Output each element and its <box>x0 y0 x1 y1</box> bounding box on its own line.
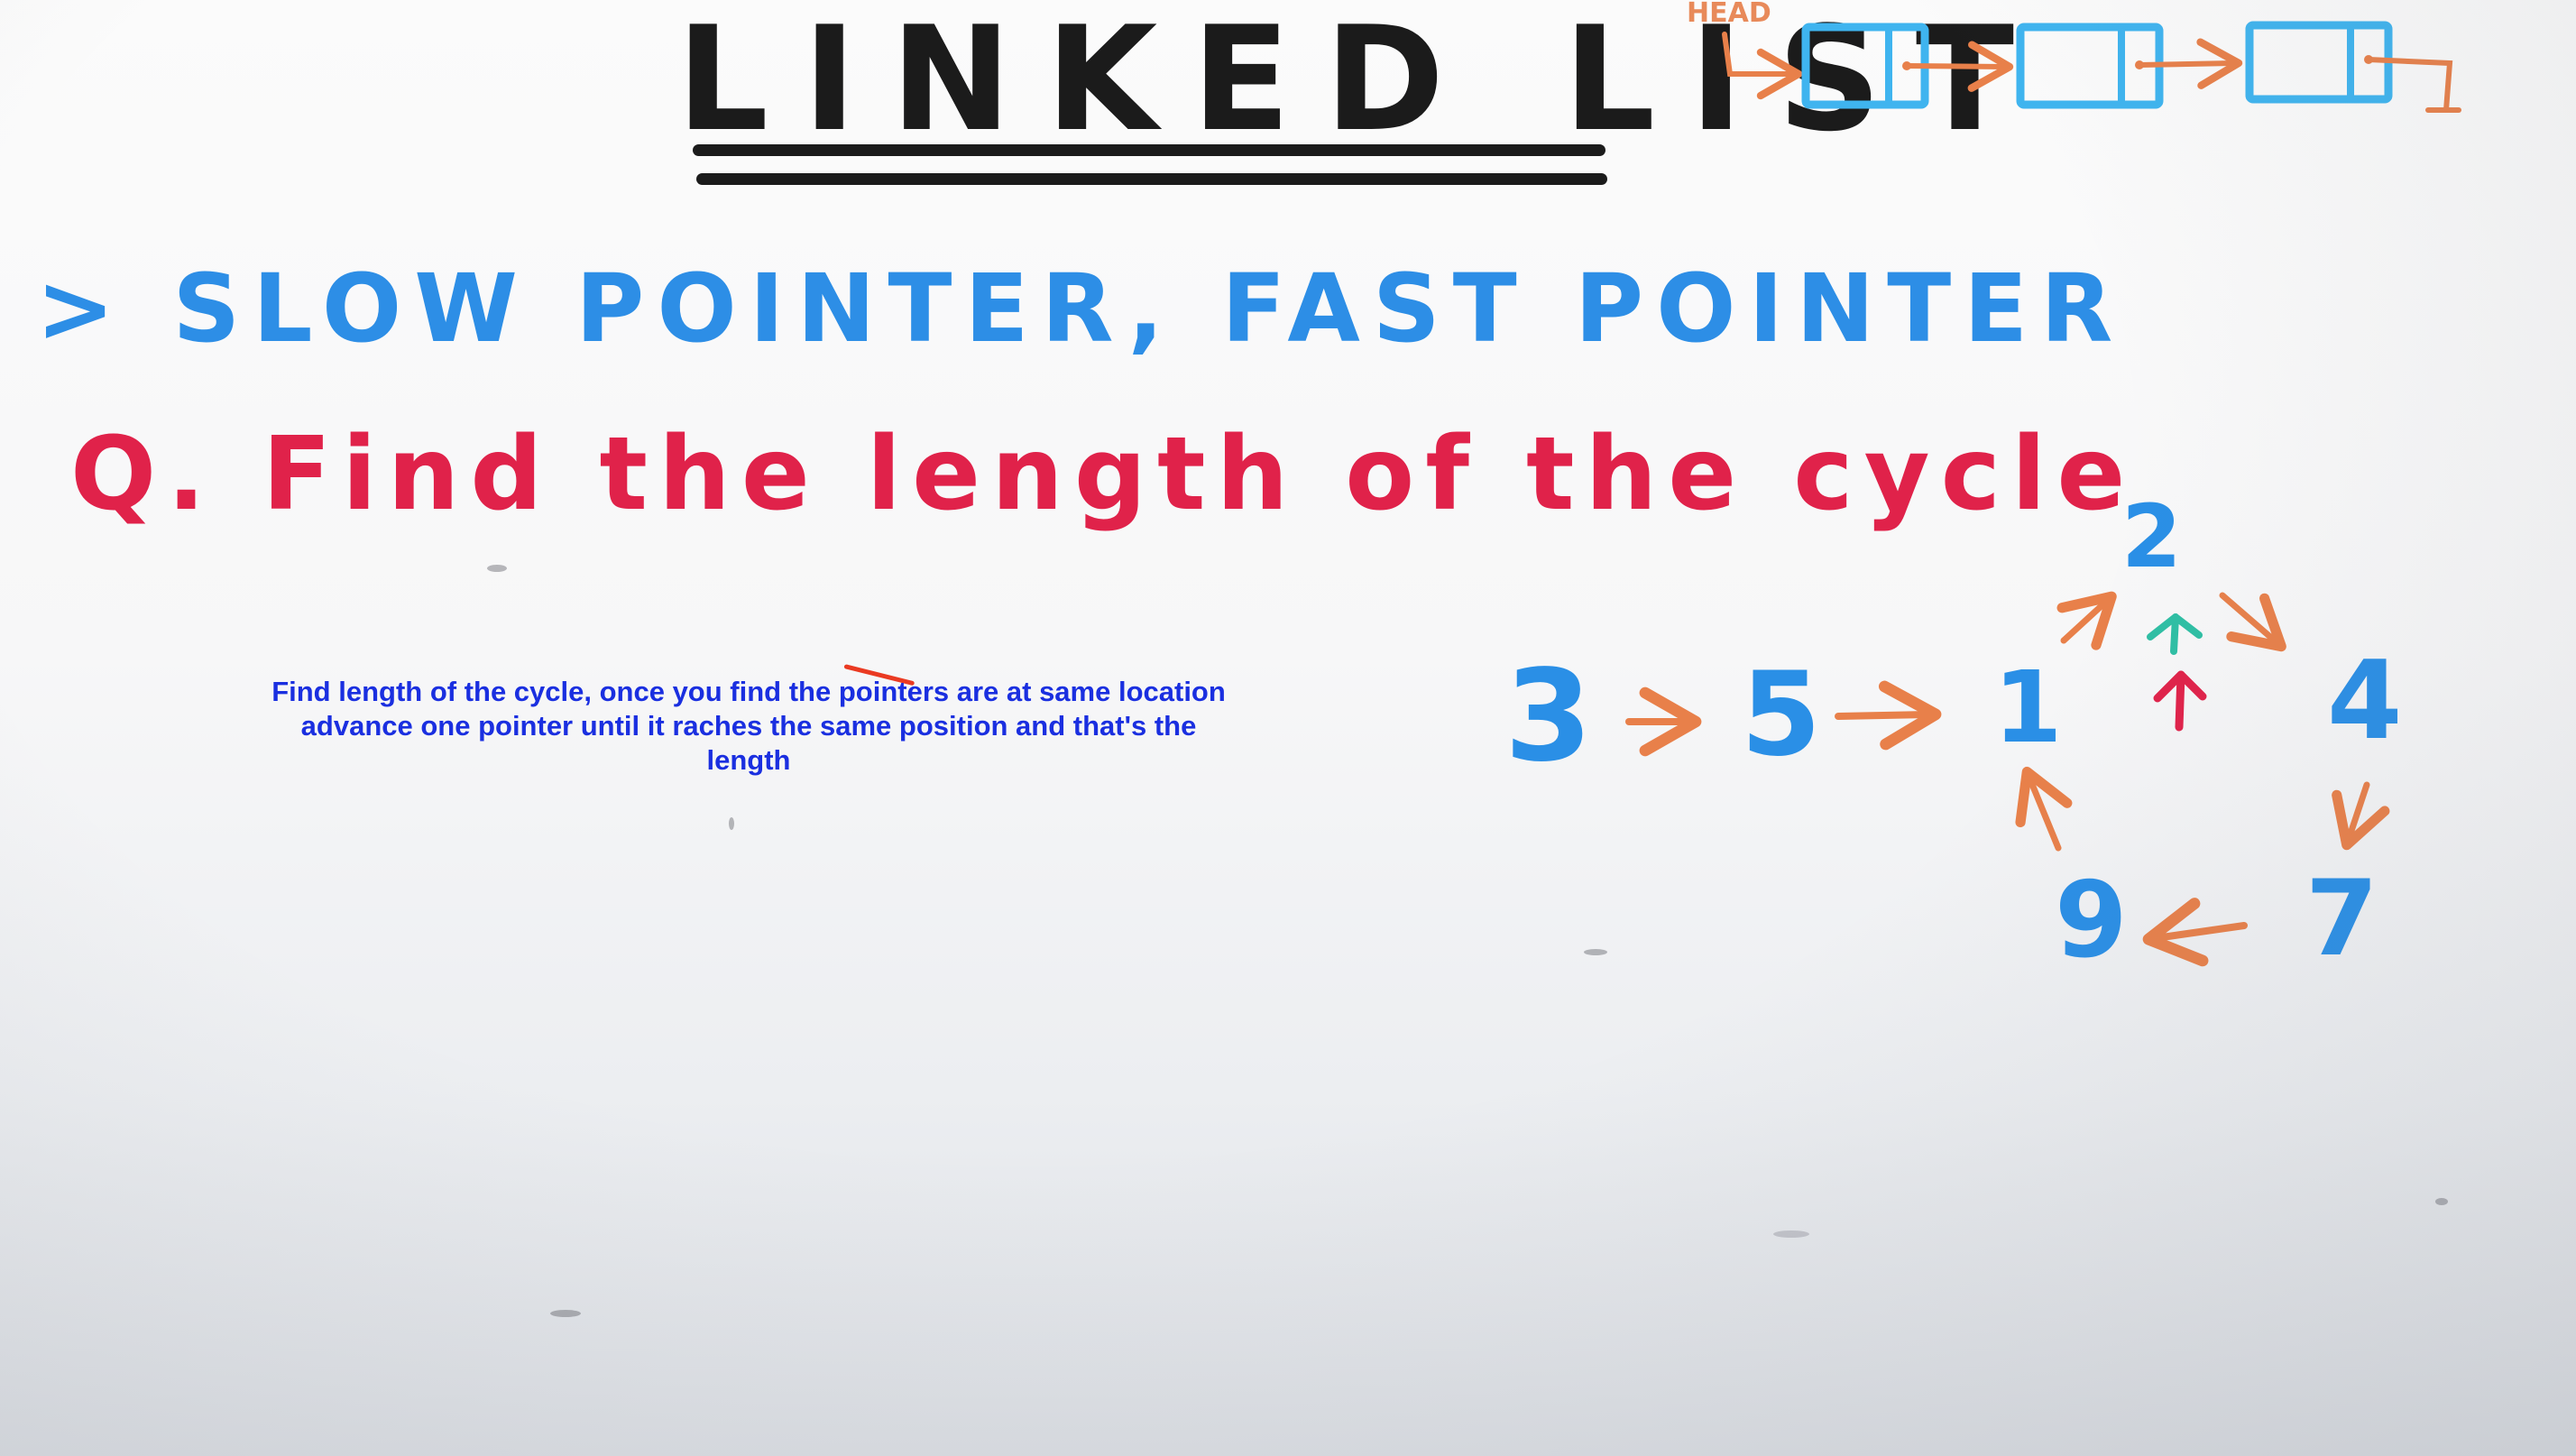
arrow-9-to-1 <box>2015 766 2073 852</box>
board-smudge <box>2435 1198 2448 1205</box>
node-5: 5 <box>1741 648 1821 782</box>
cycle-diagram: 3 5 1 2 4 7 9 <box>1504 486 2403 981</box>
arrow-2-to-4 <box>2219 592 2286 652</box>
list-arrow-1 <box>1904 41 2014 92</box>
board-smudge <box>487 565 507 572</box>
node-7: 7 <box>2305 858 2378 980</box>
node-9: 9 <box>2055 860 2128 981</box>
arrow-5-to-1 <box>1835 680 1942 751</box>
node-4: 4 <box>2327 639 2403 764</box>
header-list-diagram: HEAD <box>1687 0 2461 113</box>
node-1: 1 <box>1993 650 2063 765</box>
diagrams-layer: HEAD 3 5 1 2 4 7 9 <box>1504 0 2461 981</box>
arrow-7-to-9 <box>2142 898 2248 967</box>
node-2: 2 <box>2121 486 2182 587</box>
board-smudge <box>1584 949 1607 955</box>
board-smudge <box>1773 1230 1809 1238</box>
fast-pointer-marker <box>2153 670 2207 732</box>
board-smudge <box>729 817 734 830</box>
arrow-1-to-2 <box>2056 591 2117 650</box>
arrow-4-to-7 <box>2332 781 2390 851</box>
board-smudge <box>550 1310 581 1317</box>
slow-pointer-marker <box>2147 613 2203 655</box>
node-3: 3 <box>1504 643 1592 790</box>
head-arrow <box>1722 32 1803 100</box>
head-label: HEAD <box>1687 0 1771 29</box>
list-arrow-2 <box>2137 38 2243 89</box>
